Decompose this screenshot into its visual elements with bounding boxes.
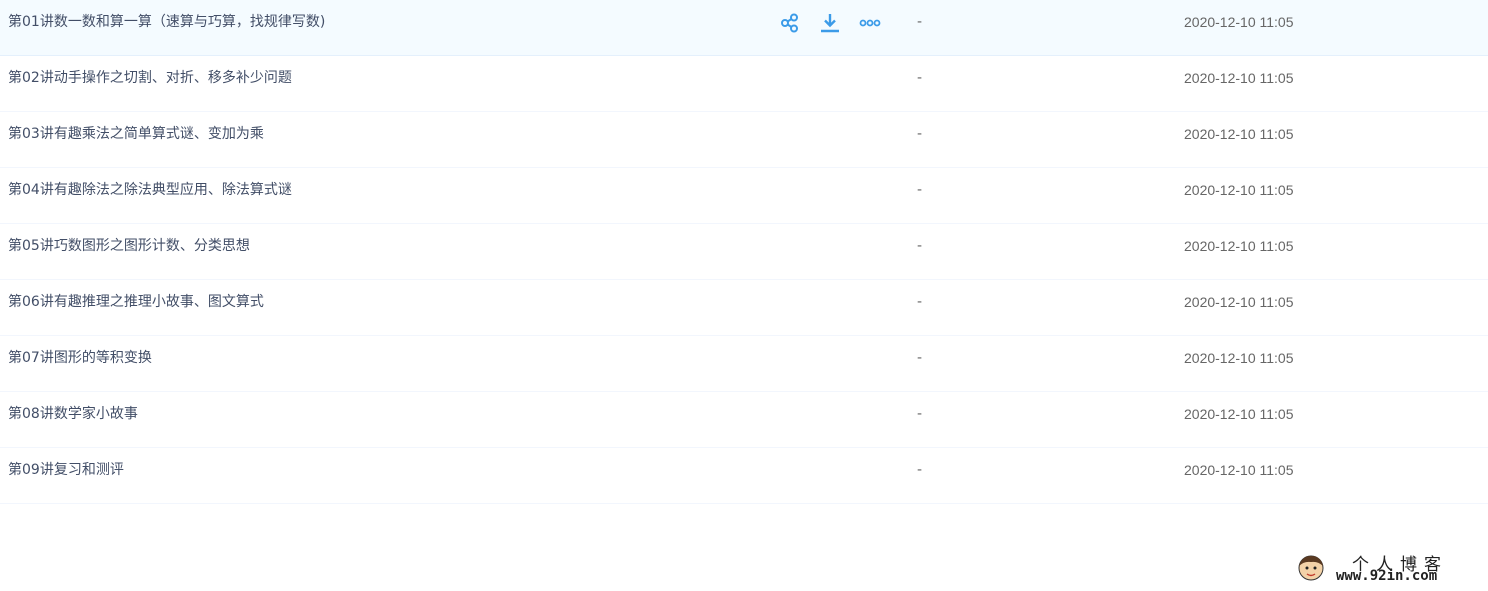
- file-row[interactable]: 第08讲数学家小故事 - 2020-12-10 11:05: [0, 392, 1488, 448]
- download-icon[interactable]: [818, 11, 842, 35]
- file-row[interactable]: 第05讲巧数图形之图形计数、分类思想 - 2020-12-10 11:05: [0, 224, 1488, 280]
- file-size: -: [917, 126, 923, 142]
- file-size: -: [917, 462, 923, 478]
- file-size: -: [917, 294, 923, 310]
- file-row[interactable]: 第09讲复习和测评 - 2020-12-10 11:05: [0, 448, 1488, 504]
- file-size: -: [917, 350, 923, 366]
- file-modified-time: 2020-12-10 11:05: [1184, 238, 1294, 254]
- file-name[interactable]: 第02讲动手操作之切割、对折、移多补少问题: [8, 56, 292, 100]
- file-row[interactable]: 第04讲有趣除法之除法典型应用、除法算式谜 - 2020-12-10 11:05: [0, 168, 1488, 224]
- file-row[interactable]: 第07讲图形的等积变换 - 2020-12-10 11:05: [0, 336, 1488, 392]
- file-modified-time: 2020-12-10 11:05: [1184, 350, 1294, 366]
- file-size: -: [917, 406, 923, 422]
- more-icon[interactable]: [858, 11, 882, 35]
- row-actions: [778, 11, 882, 35]
- file-modified-time: 2020-12-10 11:05: [1184, 462, 1294, 478]
- cartoon-avatar-icon: [1298, 555, 1324, 581]
- share-icon[interactable]: [778, 11, 802, 35]
- watermark-url: www.92in.com: [1336, 568, 1438, 584]
- blog-watermark: 个人博客 www.92in.com: [1296, 548, 1476, 588]
- file-row[interactable]: 第03讲有趣乘法之简单算式谜、变加为乘 - 2020-12-10 11:05: [0, 112, 1488, 168]
- file-modified-time: 2020-12-10 11:05: [1184, 126, 1294, 142]
- file-modified-time: 2020-12-10 11:05: [1184, 70, 1294, 86]
- file-list: 第01讲数一数和算一算（速算与巧算，找规律写数) - 2020-12-10 11…: [0, 0, 1488, 504]
- file-name[interactable]: 第04讲有趣除法之除法典型应用、除法算式谜: [8, 168, 292, 212]
- file-modified-time: 2020-12-10 11:05: [1184, 294, 1294, 310]
- file-name[interactable]: 第07讲图形的等积变换: [8, 336, 152, 380]
- file-size: -: [917, 182, 923, 198]
- file-size: -: [917, 70, 923, 86]
- file-modified-time: 2020-12-10 11:05: [1184, 406, 1294, 422]
- file-name[interactable]: 第06讲有趣推理之推理小故事、图文算式: [8, 280, 264, 324]
- file-name[interactable]: 第08讲数学家小故事: [8, 392, 138, 436]
- file-name[interactable]: 第09讲复习和测评: [8, 448, 124, 492]
- file-row[interactable]: 第06讲有趣推理之推理小故事、图文算式 - 2020-12-10 11:05: [0, 280, 1488, 336]
- file-name[interactable]: 第05讲巧数图形之图形计数、分类思想: [8, 224, 250, 268]
- file-row[interactable]: 第02讲动手操作之切割、对折、移多补少问题 - 2020-12-10 11:05: [0, 56, 1488, 112]
- file-modified-time: 2020-12-10 11:05: [1184, 182, 1294, 198]
- file-size: -: [917, 238, 923, 254]
- file-row[interactable]: 第01讲数一数和算一算（速算与巧算，找规律写数) - 2020-12-10 11…: [0, 0, 1488, 56]
- file-modified-time: 2020-12-10 11:05: [1184, 14, 1294, 30]
- file-size: -: [917, 14, 923, 30]
- file-name[interactable]: 第03讲有趣乘法之简单算式谜、变加为乘: [8, 112, 264, 156]
- file-name[interactable]: 第01讲数一数和算一算（速算与巧算，找规律写数): [8, 0, 325, 44]
